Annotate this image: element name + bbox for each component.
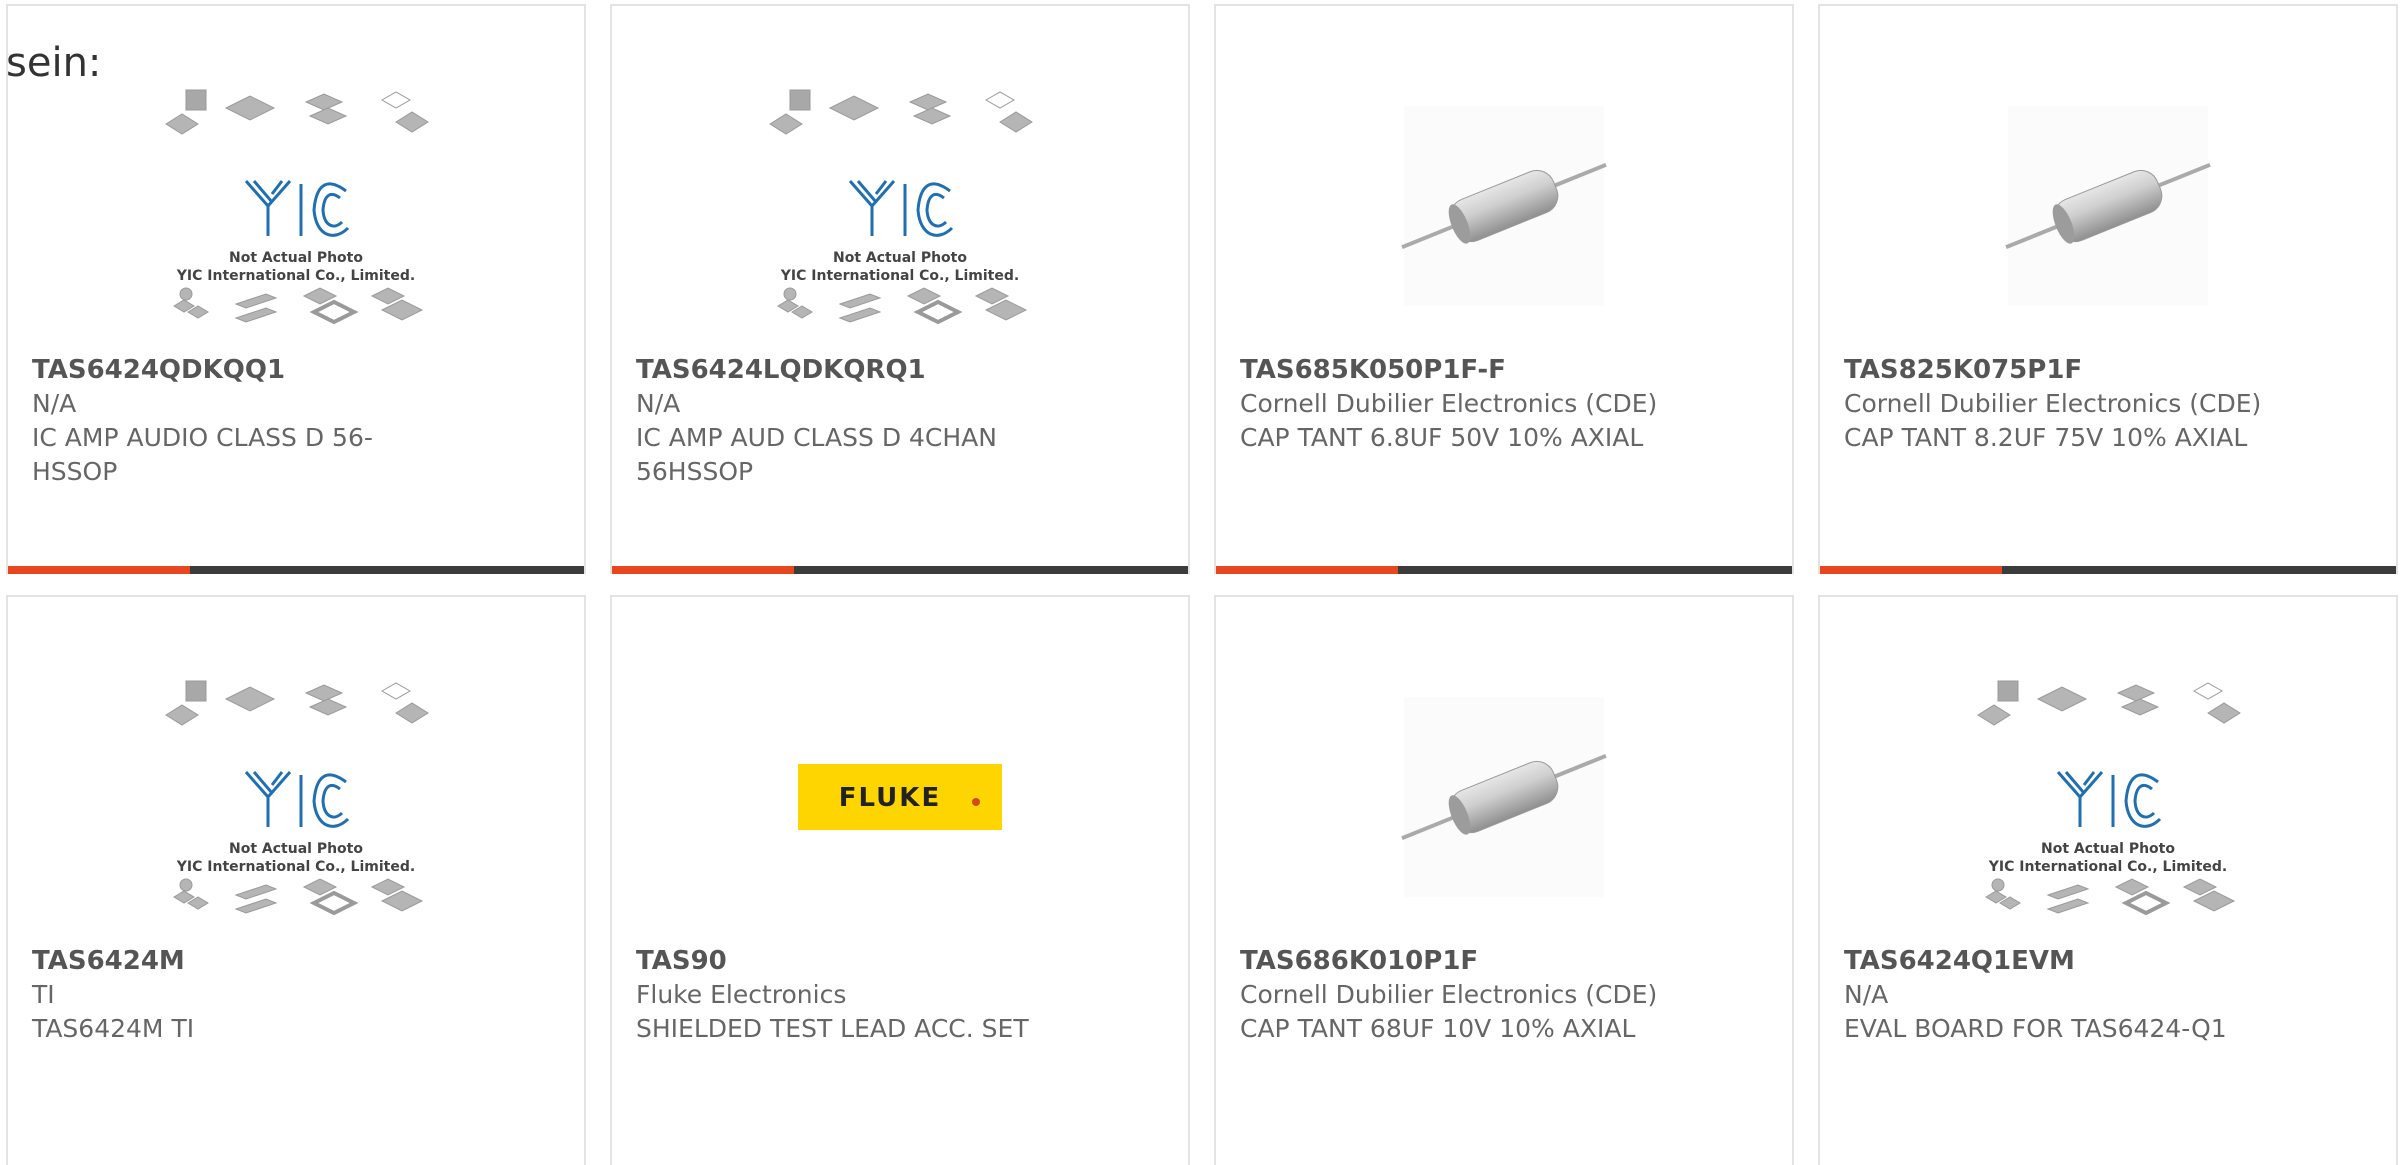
placeholder-line2: YIC International Co., Limited. <box>1988 859 2227 875</box>
fluke-logo: FLUKE <box>798 764 1002 830</box>
product-card[interactable]: Not Actual Photo YIC International Co., … <box>1818 595 2398 1165</box>
manufacturer: N/A <box>636 389 681 418</box>
product-image[interactable]: Not Actual Photo YIC International Co., … <box>612 66 1188 346</box>
product-card[interactable]: Not Actual Photo YIC International Co., … <box>6 4 586 574</box>
yic-placeholder-image: Not Actual Photo YIC International Co., … <box>165 89 429 324</box>
part-number[interactable]: TAS686K010P1F <box>1240 944 1478 978</box>
part-number[interactable]: TAS6424M <box>32 944 185 978</box>
product-card[interactable]: TAS686K010P1F Cornell Dubilier Electroni… <box>1214 595 1794 1165</box>
placeholder-line2: YIC International Co., Limited. <box>176 859 415 875</box>
manufacturer: Cornell Dubilier Electronics (CDE) <box>1240 980 1658 1009</box>
placeholder-line2: YIC International Co., Limited. <box>176 268 415 284</box>
placeholder-line1: Not Actual Photo <box>833 250 967 266</box>
yic-placeholder-image: Not Actual Photo YIC International Co., … <box>165 680 429 915</box>
placeholder-line1: Not Actual Photo <box>229 841 363 857</box>
fluke-logo-text: FLUKE <box>839 783 941 813</box>
yic-placeholder-image: Not Actual Photo YIC International Co., … <box>1977 680 2241 915</box>
placeholder-line2: YIC International Co., Limited. <box>780 268 1019 284</box>
axial-capacitor-image <box>1401 106 1607 306</box>
manufacturer: Cornell Dubilier Electronics (CDE) <box>1240 389 1658 418</box>
product-card[interactable]: TAS825K075P1F Cornell Dubilier Electroni… <box>1818 4 2398 574</box>
manufacturer: N/A <box>1844 980 1889 1009</box>
lead-text: sein: <box>6 40 102 86</box>
product-card[interactable]: Not Actual Photo YIC International Co., … <box>610 4 1190 574</box>
description: EVAL BOARD FOR TAS6424-Q1 <box>1844 1014 2227 1043</box>
part-number[interactable]: TAS825K075P1F <box>1844 353 2082 387</box>
placeholder-line1: Not Actual Photo <box>2041 841 2175 857</box>
part-number[interactable]: TAS6424QDKQQ1 <box>32 353 285 387</box>
axial-capacitor-image <box>2005 106 2211 306</box>
product-image[interactable] <box>1216 657 1792 937</box>
manufacturer: TI <box>32 980 55 1009</box>
description: CAP TANT 8.2UF 75V 10% AXIAL <box>1844 423 2248 452</box>
description: IC AMP AUD CLASS D 4CHAN 56HSSOP <box>636 423 997 486</box>
description: SHIELDED TEST LEAD ACC. SET <box>636 1014 1029 1043</box>
product-image[interactable] <box>1820 66 2396 346</box>
yic-placeholder-image: Not Actual Photo YIC International Co., … <box>769 89 1033 324</box>
product-card[interactable]: Not Actual Photo YIC International Co., … <box>6 595 586 1165</box>
manufacturer: Fluke Electronics <box>636 980 847 1009</box>
part-number[interactable]: TAS6424Q1EVM <box>1844 944 2075 978</box>
part-number[interactable]: TAS6424LQDKQRQ1 <box>636 353 926 387</box>
product-card[interactable]: TAS685K050P1F-F Cornell Dubilier Electro… <box>1214 4 1794 574</box>
product-image[interactable] <box>1216 66 1792 346</box>
manufacturer: Cornell Dubilier Electronics (CDE) <box>1844 389 2262 418</box>
description: CAP TANT 6.8UF 50V 10% AXIAL <box>1240 423 1644 452</box>
product-image[interactable]: Not Actual Photo YIC International Co., … <box>1820 657 2396 937</box>
product-image[interactable]: Not Actual Photo YIC International Co., … <box>8 657 584 937</box>
product-image[interactable]: Not Actual Photo YIC International Co., … <box>8 66 584 346</box>
product-card[interactable]: FLUKE TAS90 Fluke Electronics SHIELDED T… <box>610 595 1190 1165</box>
description: CAP TANT 68UF 10V 10% AXIAL <box>1240 1014 1636 1043</box>
placeholder-line1: Not Actual Photo <box>229 250 363 266</box>
part-number[interactable]: TAS685K050P1F-F <box>1240 353 1506 387</box>
part-number[interactable]: TAS90 <box>636 944 727 978</box>
description: TAS6424M TI <box>32 1014 195 1043</box>
axial-capacitor-image <box>1401 697 1607 897</box>
product-image[interactable]: FLUKE <box>612 657 1188 937</box>
manufacturer: N/A <box>32 389 77 418</box>
description: IC AMP AUDIO CLASS D 56-HSSOP <box>32 423 373 486</box>
